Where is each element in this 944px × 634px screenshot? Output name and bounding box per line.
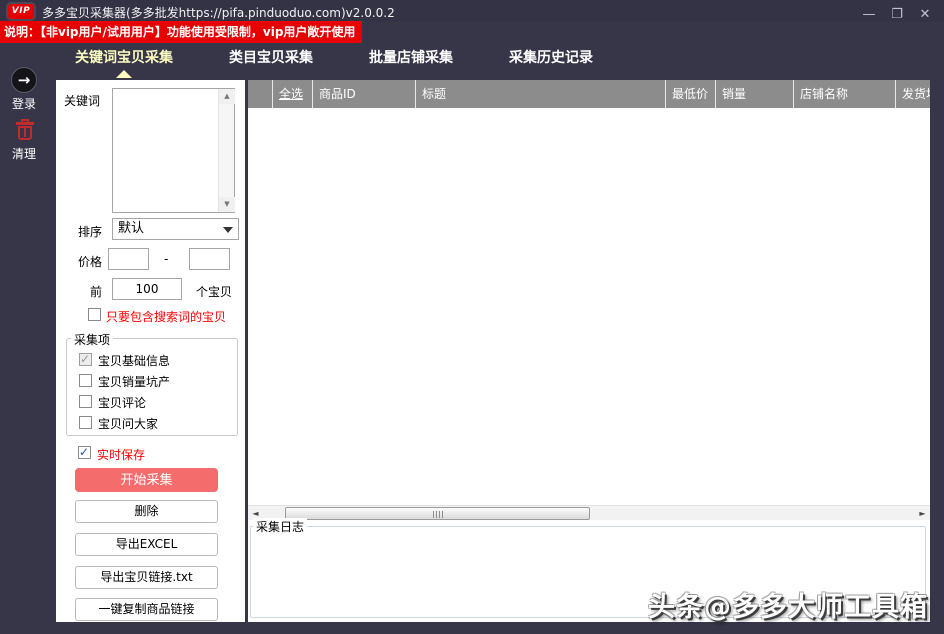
tab-collect-history[interactable]: 采集历史记录 bbox=[509, 40, 593, 80]
qa-checkbox[interactable] bbox=[79, 416, 92, 429]
delete-button[interactable]: 删除 bbox=[75, 500, 218, 523]
basic-info-checkbox bbox=[79, 353, 92, 366]
tab-batch-shop-collect[interactable]: 批量店铺采集 bbox=[369, 40, 453, 80]
col-product-id: 商品ID bbox=[312, 80, 415, 108]
col-min-price: 最低价 bbox=[665, 80, 715, 108]
sort-select-value: 默认 bbox=[118, 221, 144, 236]
price-max-input[interactable] bbox=[189, 248, 230, 270]
collect-options-legend: 采集项 bbox=[71, 331, 113, 348]
tab-category-collect[interactable]: 类目宝贝采集 bbox=[229, 40, 313, 80]
collect-log-legend: 采集日志 bbox=[253, 518, 307, 535]
price-range-separator: - bbox=[164, 252, 168, 266]
copy-links-button[interactable]: 一键复制商品链接 bbox=[75, 598, 218, 621]
col-select-all[interactable]: 全选 bbox=[272, 80, 312, 108]
keyword-textarea[interactable] bbox=[113, 89, 217, 212]
price-label: 价格 bbox=[78, 253, 102, 270]
start-collect-button[interactable]: 开始采集 bbox=[75, 468, 218, 492]
results-table-header: 全选 商品ID 标题 最低价 销量 店铺名称 发货地 bbox=[248, 80, 930, 108]
horizontal-scrollbar[interactable]: ◄ ► bbox=[248, 505, 930, 520]
scrollbar-grip-icon bbox=[433, 511, 443, 518]
realtime-save-label: 实时保存 bbox=[97, 446, 145, 463]
minimize-icon[interactable]: — bbox=[862, 8, 876, 21]
chevron-down-icon bbox=[223, 227, 233, 233]
top-suffix-label: 个宝贝 bbox=[196, 283, 232, 300]
tab-keyword-collect[interactable]: 关键词宝贝采集 bbox=[75, 40, 173, 80]
textarea-scrollbar[interactable]: ▲ ▼ bbox=[218, 89, 234, 212]
col-sales: 销量 bbox=[715, 80, 793, 108]
login-arrow-icon[interactable]: → bbox=[11, 67, 37, 93]
sort-label: 排序 bbox=[78, 223, 102, 240]
scroll-up-icon[interactable]: ▲ bbox=[219, 89, 235, 104]
top-count-input[interactable] bbox=[112, 278, 182, 300]
keyword-textarea-wrap: ▲ ▼ bbox=[112, 88, 235, 213]
watermark-text: 头条@多多大师工具箱 bbox=[648, 585, 928, 624]
login-label[interactable]: 登录 bbox=[0, 95, 48, 112]
realtime-save-checkbox[interactable] bbox=[78, 446, 91, 459]
col-rownum bbox=[248, 80, 272, 108]
scroll-down-icon[interactable]: ▼ bbox=[219, 197, 235, 212]
clean-label[interactable]: 清理 bbox=[0, 145, 48, 162]
results-region: 全选 商品ID 标题 最低价 销量 店铺名称 发货地 ◄ ► 采集日志 bbox=[248, 80, 930, 622]
only-contains-checkbox[interactable] bbox=[88, 308, 101, 321]
results-table-body bbox=[248, 108, 930, 505]
window-controls: — ❐ ✕ bbox=[862, 8, 932, 21]
title-bar: VIP 多多宝贝采集器(多多批发https://pifa.pinduoduo.c… bbox=[0, 0, 944, 22]
keyword-label: 关键词 bbox=[64, 92, 100, 109]
collect-options-groupbox: 采集项 宝贝基础信息 宝贝销量坑产 宝贝评论 宝贝问大家 bbox=[66, 338, 238, 436]
scrollbar-thumb[interactable] bbox=[285, 507, 590, 520]
vip-badge-icon: VIP bbox=[8, 4, 34, 19]
search-form-panel: 关键词 ▲ ▼ 排序 默认 价格 - 前 个宝贝 只要包含搜索词的宝贝 采集项 … bbox=[56, 80, 245, 622]
tab-bar: 关键词宝贝采集 类目宝贝采集 批量店铺采集 采集历史记录 bbox=[0, 40, 944, 80]
sales-checkbox[interactable] bbox=[79, 374, 92, 387]
maximize-icon[interactable]: ❐ bbox=[890, 8, 904, 21]
sidebar: → 登录 清理 bbox=[0, 62, 56, 634]
top-label: 前 bbox=[90, 283, 102, 300]
col-shop-name: 店铺名称 bbox=[793, 80, 895, 108]
export-links-button[interactable]: 导出宝贝链接.txt bbox=[75, 566, 218, 589]
trash-icon[interactable] bbox=[14, 119, 36, 141]
col-ship-from: 发货地 bbox=[895, 80, 930, 108]
export-excel-button[interactable]: 导出EXCEL bbox=[75, 533, 218, 556]
sort-select[interactable]: 默认 bbox=[112, 218, 239, 240]
scroll-right-icon[interactable]: ► bbox=[915, 506, 930, 521]
reviews-checkbox[interactable] bbox=[79, 395, 92, 408]
close-icon[interactable]: ✕ bbox=[918, 8, 932, 21]
window-title: 多多宝贝采集器(多多批发https://pifa.pinduoduo.com)v… bbox=[42, 4, 395, 21]
col-title: 标题 bbox=[415, 80, 665, 108]
only-contains-label: 只要包含搜索词的宝贝 bbox=[106, 308, 226, 325]
price-min-input[interactable] bbox=[108, 248, 149, 270]
